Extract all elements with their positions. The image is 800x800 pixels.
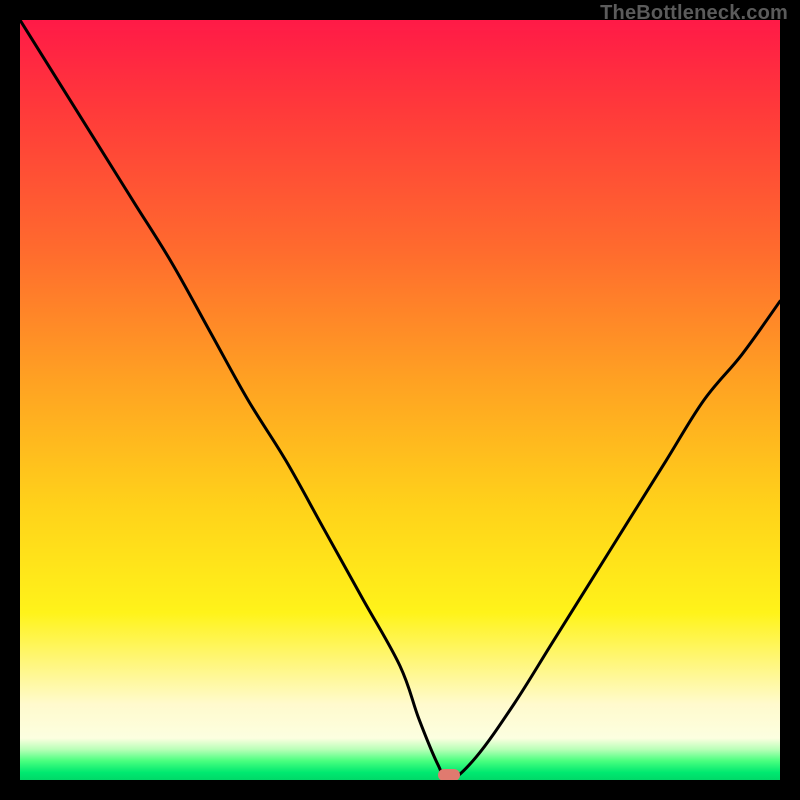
plot-area (20, 20, 780, 780)
bottleneck-curve (20, 20, 780, 780)
chart-frame: TheBottleneck.com (0, 0, 800, 800)
minimum-marker (438, 769, 460, 780)
watermark-text: TheBottleneck.com (600, 2, 788, 25)
